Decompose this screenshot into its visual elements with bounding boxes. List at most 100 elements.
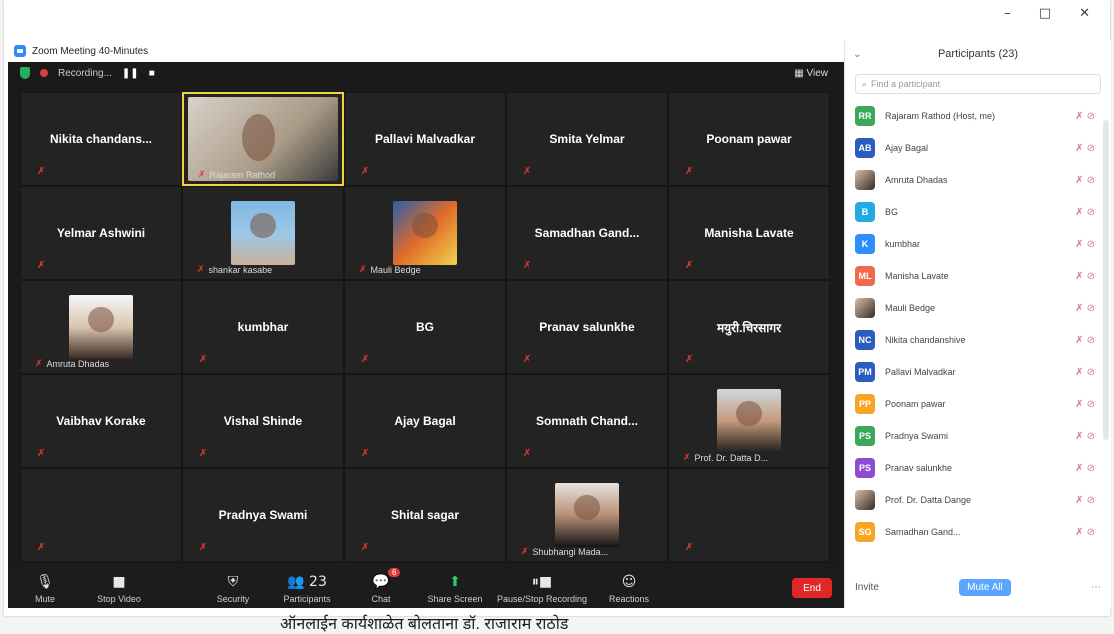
video-tile[interactable]: Somnath Chand... ✗ bbox=[506, 374, 668, 468]
participant-row[interactable]: Mauli Bedge ✗ ⊘ bbox=[855, 292, 1101, 324]
muted-mic-icon: ✗ bbox=[361, 542, 370, 553]
minimize-button[interactable]: – bbox=[1004, 6, 1011, 21]
participant-name: kumbhar bbox=[237, 320, 289, 334]
video-tile[interactable]: ✗ Mauli Bedge bbox=[344, 186, 506, 280]
video-tile[interactable]: Vaibhav Korake ✗ bbox=[20, 374, 182, 468]
security-label: Security bbox=[216, 594, 250, 604]
participant-row[interactable]: NC Nikita chandanshive ✗ ⊘ bbox=[855, 324, 1101, 356]
mute-button[interactable]: 🎙 Mute bbox=[8, 574, 82, 604]
participant-list-name: Pallavi Malvadkar bbox=[885, 367, 956, 377]
avatar: PS bbox=[855, 458, 875, 478]
participant-name: Nikita chandans... bbox=[49, 132, 153, 146]
participant-row[interactable]: SG Samadhan Gand... ✗ ⊘ bbox=[855, 516, 1101, 548]
muted-mic-video-icon: ✗ ⊘ bbox=[1075, 334, 1095, 346]
avatar bbox=[855, 490, 875, 510]
stop-video-button[interactable]: ■ Stop Video bbox=[82, 574, 156, 604]
video-tile[interactable]: Poonam pawar ✗ bbox=[668, 92, 830, 186]
participants-button[interactable]: 👥 23 Participants bbox=[270, 574, 344, 604]
participant-name-label: ✗ Rajaram Rathod bbox=[198, 169, 275, 180]
chat-badge: 6 bbox=[388, 568, 401, 577]
stop-recording-icon[interactable]: ■ bbox=[149, 68, 155, 79]
video-tile[interactable]: kumbhar ✗ bbox=[182, 280, 344, 374]
security-button[interactable]: ⛨ Security bbox=[196, 574, 270, 604]
participant-name-label: ✗ Amruta Dhadas bbox=[35, 358, 109, 369]
video-tile[interactable]: ✗ shankar kasabe bbox=[182, 186, 344, 280]
muted-mic-icon: ✗ bbox=[197, 264, 205, 274]
video-tile[interactable]: Samadhan Gand... ✗ bbox=[506, 186, 668, 280]
participants-title: Participants (23) bbox=[937, 48, 1019, 60]
video-tile[interactable]: ✗ Rajaram Rathod bbox=[182, 92, 344, 186]
muted-mic-icon: ✗ bbox=[685, 542, 694, 553]
zoom-window: – □ ✕ Zoom Meeting 40-Minutes ▦ View Rec… bbox=[4, 0, 1111, 616]
muted-mic-video-icon: ✗ ⊘ bbox=[1075, 302, 1095, 314]
muted-mic-video-icon: ✗ ⊘ bbox=[1075, 238, 1095, 250]
mute-all-button[interactable]: Mute All bbox=[959, 578, 1011, 596]
participant-name: Manisha Lavate bbox=[704, 226, 794, 240]
avatar: SG bbox=[855, 522, 875, 542]
video-tile[interactable]: ✗ Prof. Dr. Datta D... bbox=[668, 374, 830, 468]
close-button[interactable]: ✕ bbox=[1079, 6, 1090, 21]
end-meeting-button[interactable]: End bbox=[792, 578, 832, 598]
video-tile[interactable]: ✗ bbox=[668, 468, 830, 562]
video-tile[interactable]: Pranav salunkhe ✗ bbox=[506, 280, 668, 374]
reactions-button[interactable]: ☺ Reactions bbox=[592, 574, 666, 604]
share-screen-button[interactable]: ⬆ Share Screen bbox=[418, 574, 492, 604]
view-button[interactable]: ▦ View bbox=[794, 68, 828, 79]
participant-list-name: Pranav salunkhe bbox=[885, 463, 953, 473]
maximize-button[interactable]: □ bbox=[1039, 6, 1051, 21]
participant-row[interactable]: Prof. Dr. Datta Dange ✗ ⊘ bbox=[855, 484, 1101, 516]
muted-mic-video-icon: ✗ ⊘ bbox=[1075, 494, 1095, 506]
avatar: B bbox=[855, 202, 875, 222]
participant-list-scrollbar[interactable] bbox=[1103, 120, 1109, 440]
participant-search-input[interactable]: ⌕ Find a participant bbox=[855, 74, 1101, 94]
video-tile[interactable]: मयुरी.चिरसागर ✗ bbox=[668, 280, 830, 374]
video-tile[interactable]: Shital sagar ✗ bbox=[344, 468, 506, 562]
participant-row[interactable]: RR Rajaram Rathod (Host, me) ✗ ⊘ bbox=[855, 100, 1101, 132]
muted-mic-icon: ✗ bbox=[685, 354, 694, 365]
chevron-down-icon[interactable]: ⌄ bbox=[853, 49, 861, 60]
video-tile[interactable]: Pradnya Swami ✗ bbox=[182, 468, 344, 562]
muted-mic-icon: ✗ bbox=[35, 358, 43, 368]
participant-row[interactable]: B BG ✗ ⊘ bbox=[855, 196, 1101, 228]
muted-mic-video-icon: ✗ ⊘ bbox=[1075, 430, 1095, 442]
video-tile[interactable]: Manisha Lavate ✗ bbox=[668, 186, 830, 280]
video-tile[interactable]: ✗ Amruta Dhadas bbox=[20, 280, 182, 374]
recording-dot-icon bbox=[40, 69, 48, 77]
participant-video bbox=[717, 389, 781, 453]
participant-row[interactable]: PS Pradnya Swami ✗ ⊘ bbox=[855, 420, 1101, 452]
reactions-icon: ☺ bbox=[621, 574, 637, 590]
avatar: NC bbox=[855, 330, 875, 350]
video-tile[interactable]: ✗ Shubhangi Mada... bbox=[506, 468, 668, 562]
participant-row[interactable]: Amruta Dhadas ✗ ⊘ bbox=[855, 164, 1101, 196]
video-tile[interactable]: Yelmar Ashwini ✗ bbox=[20, 186, 182, 280]
participant-list-name: BG bbox=[885, 207, 899, 217]
participant-row[interactable]: PS Pranav salunkhe ✗ ⊘ bbox=[855, 452, 1101, 484]
participant-row[interactable]: Kkumbhar ✗ ⊘ bbox=[855, 228, 1101, 260]
video-tile[interactable]: Smita Yelmar ✗ bbox=[506, 92, 668, 186]
pause-stop-recording-button[interactable]: ⏸■ Pause/Stop Recording bbox=[492, 574, 592, 604]
video-tile[interactable]: Nikita chandans... ✗ bbox=[20, 92, 182, 186]
muted-mic-video-icon: ✗ ⊘ bbox=[1075, 174, 1095, 186]
chat-button[interactable]: 6 💬 Chat bbox=[344, 568, 418, 604]
muted-mic-icon: ✗ bbox=[523, 354, 532, 365]
avatar bbox=[855, 170, 875, 190]
video-tile[interactable]: Pallavi Malvadkar ✗ bbox=[344, 92, 506, 186]
muted-mic-video-icon: ✗ ⊘ bbox=[1075, 206, 1095, 218]
participant-row[interactable]: ML Manisha Lavate ✗ ⊘ bbox=[855, 260, 1101, 292]
participant-row[interactable]: AB Ajay Bagal ✗ ⊘ bbox=[855, 132, 1101, 164]
avatar: RR bbox=[855, 106, 875, 126]
video-tile[interactable]: ✗ bbox=[20, 468, 182, 562]
participants-footer: Invite Mute All ⋯ bbox=[855, 576, 1101, 598]
participant-row[interactable]: PM Pallavi Malvadkar ✗ ⊘ bbox=[855, 356, 1101, 388]
participant-row[interactable]: PP Poonam pawar ✗ ⊘ bbox=[855, 388, 1101, 420]
pause-stop-recording-label: Pause/Stop Recording bbox=[496, 594, 588, 604]
participant-video bbox=[231, 201, 295, 265]
participant-video bbox=[69, 295, 133, 359]
invite-button[interactable]: Invite bbox=[855, 582, 879, 593]
video-tile[interactable]: Ajay Bagal ✗ bbox=[344, 374, 506, 468]
muted-mic-icon: ✗ bbox=[523, 448, 532, 459]
pause-recording-icon[interactable]: ❚❚ bbox=[122, 68, 139, 79]
video-tile[interactable]: Vishal Shinde ✗ bbox=[182, 374, 344, 468]
video-tile[interactable]: BG ✗ bbox=[344, 280, 506, 374]
more-options-icon[interactable]: ⋯ bbox=[1091, 582, 1101, 593]
